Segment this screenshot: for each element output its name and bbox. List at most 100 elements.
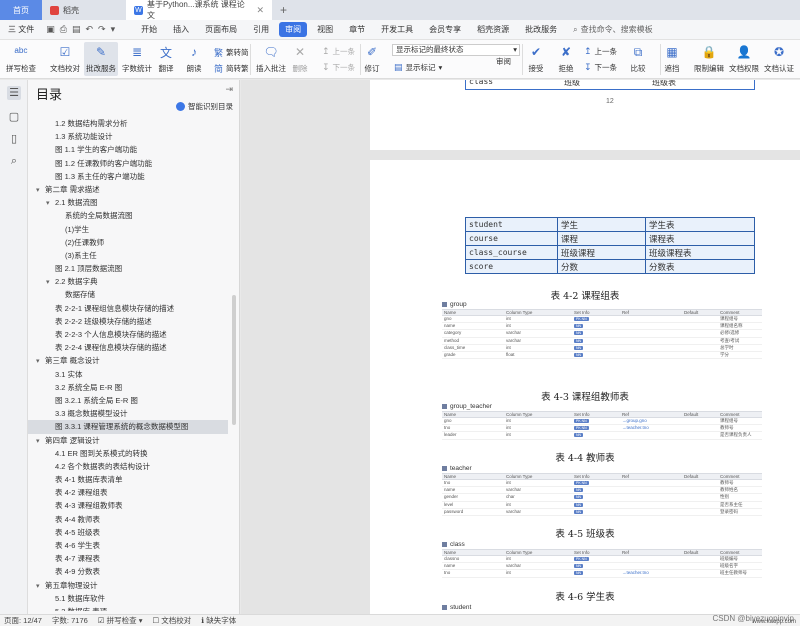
- toc-item[interactable]: 表 4-2 课程组表: [28, 486, 228, 499]
- tab-document[interactable]: W 基于Python...课系统 课程论文 ✕: [126, 0, 272, 20]
- toc-scrollbar[interactable]: [232, 295, 236, 425]
- accept-button[interactable]: ✔ 接受: [528, 44, 544, 74]
- menu-item[interactable]: 会员专享: [423, 22, 467, 37]
- menu-item[interactable]: 章节: [343, 22, 371, 37]
- customize-icon[interactable]: ▾: [111, 24, 116, 35]
- close-panel-icon[interactable]: ⇥: [225, 84, 233, 95]
- toc-item[interactable]: 表 4-6 学生表: [28, 539, 228, 552]
- toc-item[interactable]: 5.2 数据库 表项: [28, 605, 228, 611]
- menu-item[interactable]: 开发工具: [375, 22, 419, 37]
- toc-item[interactable]: 表 2-2-2 班级模块存储的描述: [28, 315, 228, 328]
- next-comment-button[interactable]: ↧ 下一条: [322, 62, 355, 73]
- doc-proof-status[interactable]: ☐ 文档校对: [152, 615, 191, 626]
- menu-item[interactable]: 稻壳资源: [471, 22, 515, 37]
- file-menu[interactable]: 三 文件: [0, 24, 42, 35]
- toc-item[interactable]: 1.2 数据结构需求分析: [28, 117, 228, 130]
- toc-item[interactable]: ▾ 2.2 数据字典: [28, 275, 228, 288]
- toc-item[interactable]: (1)学生: [28, 223, 228, 236]
- toc-item[interactable]: 表 4-9 分数表: [28, 565, 228, 578]
- chevron-icon[interactable]: ▾: [36, 355, 45, 368]
- spell-check-button[interactable]: ᵃᵇᶜ 拼写检查: [6, 44, 36, 74]
- toc-item[interactable]: ▾ 第五章物理设计: [28, 579, 228, 592]
- menu-item[interactable]: 开始: [135, 22, 163, 37]
- smart-toc-button[interactable]: 智能识别目录: [176, 101, 233, 112]
- toc-item[interactable]: 图 2.1 顶层数据流图: [28, 262, 228, 275]
- save-icon[interactable]: ▣: [46, 24, 55, 35]
- translate-button[interactable]: 文翻译: [158, 44, 174, 74]
- toc-item[interactable]: 表 4-3 课程组教师表: [28, 499, 228, 512]
- toc-icon[interactable]: ☰: [7, 86, 21, 100]
- chevron-icon[interactable]: ▾: [46, 276, 55, 289]
- compare-button[interactable]: ⧉ 比较: [630, 44, 646, 74]
- toc-item[interactable]: ▾ 第二章 需求描述: [28, 183, 228, 196]
- menu-item[interactable]: 页面布局: [199, 22, 243, 37]
- doc-permission-button[interactable]: 👤 文档权限: [729, 44, 759, 74]
- redo-icon[interactable]: ↷: [98, 24, 106, 35]
- new-tab-button[interactable]: +: [272, 0, 295, 20]
- toc-item[interactable]: 图 1.3 系主任的客户端功能: [28, 170, 228, 183]
- toc-item[interactable]: 5.1 数据库软件: [28, 592, 228, 605]
- track-changes-button[interactable]: ✐ 修订: [364, 44, 380, 74]
- toc-item[interactable]: 表 4-5 班级表: [28, 526, 228, 539]
- toc-item[interactable]: 3.3 概念数据模型设计: [28, 407, 228, 420]
- toc-item[interactable]: (2)任课教师: [28, 236, 228, 249]
- toc-item[interactable]: (3)系主任: [28, 249, 228, 262]
- delete-comment-button[interactable]: ✕ 删除: [292, 44, 308, 74]
- word-count-indicator[interactable]: 字数: 7176: [52, 615, 88, 626]
- toc-item[interactable]: 表 2-2-3 个人信息模块存储的描述: [28, 328, 228, 341]
- tab-shell[interactable]: 稻壳: [42, 0, 126, 20]
- toc-item[interactable]: 图 3.3.1 课程管理系统的概念数据模型图: [28, 420, 228, 434]
- chevron-icon[interactable]: ▾: [36, 184, 45, 197]
- bookmark-icon[interactable]: ▯: [7, 132, 21, 146]
- toc-item[interactable]: 表 4-7 课程表: [28, 552, 228, 565]
- doc-cert-button[interactable]: ✪ 文档认证: [764, 44, 794, 74]
- toc-item[interactable]: 3.1 实体: [28, 368, 228, 381]
- toc-item[interactable]: 1.3 系统功能设计: [28, 130, 228, 143]
- toc-item[interactable]: 表 2-2-1 课程组信息模块存储的描述: [28, 302, 228, 315]
- menu-item[interactable]: 引用: [247, 22, 275, 37]
- toc-item[interactable]: 数据存储: [28, 288, 228, 301]
- restrict-edit-button[interactable]: 🔒 限制编辑: [694, 44, 724, 74]
- toc-item[interactable]: ▾ 第三章 概念设计: [28, 354, 228, 367]
- print-icon[interactable]: ⎙: [60, 24, 67, 35]
- prev-comment-button[interactable]: ↥ 上一条: [322, 46, 355, 57]
- close-tab-icon[interactable]: ✕: [256, 5, 264, 16]
- trad-to-simp-button[interactable]: 繁繁转简: [214, 46, 249, 59]
- mask-button[interactable]: ▦ 遮挡: [664, 44, 680, 74]
- document-canvas[interactable]: class 班级 班级表 12 student 学生 学生表 course 课程 课程表 c…: [241, 80, 800, 614]
- menu-item[interactable]: 审阅: [279, 22, 308, 37]
- toc-item[interactable]: ▾ 2.1 数据流图: [28, 196, 228, 209]
- review-service-button[interactable]: ✎ 批改服务: [84, 42, 118, 76]
- reject-button[interactable]: ✘ 拒绝: [558, 44, 574, 74]
- search-icon[interactable]: ⌕: [7, 154, 21, 168]
- simp-to-trad-button[interactable]: 简简转繁: [214, 62, 249, 75]
- menu-item[interactable]: 批改服务: [519, 22, 563, 37]
- toc-item[interactable]: 4.1 ER 图到关系模式的转换: [28, 447, 228, 460]
- insert-comment-button[interactable]: 🗨 插入批注: [256, 44, 286, 74]
- page-indicator[interactable]: 页面: 12/47: [4, 615, 42, 626]
- chevron-icon[interactable]: ▾: [36, 580, 45, 593]
- toc-item[interactable]: 图 1.1 学生的客户端功能: [28, 143, 228, 156]
- toc-item[interactable]: 系统的全局数据流图: [28, 209, 228, 222]
- toc-item[interactable]: ▾ 第四章 逻辑设计: [28, 434, 228, 447]
- word-count-button[interactable]: ≣ 字数统计: [122, 44, 152, 74]
- prev-change-button[interactable]: ↥ 上一条: [584, 46, 617, 57]
- print-preview-icon[interactable]: ▤: [72, 24, 81, 35]
- missing-font-status[interactable]: ℹ 缺失字体: [201, 615, 236, 626]
- toc-item[interactable]: 图 1.2 任课教师的客户端功能: [28, 157, 228, 170]
- spell-check-status[interactable]: ☑ 拼写检查 ▾: [98, 615, 143, 626]
- show-markup-button[interactable]: ▤ 显示标记 ▾: [394, 62, 442, 73]
- next-change-button[interactable]: ↧ 下一条: [584, 62, 617, 73]
- toc-item[interactable]: 表 4-4 教师表: [28, 513, 228, 526]
- toc-item[interactable]: 表 4-1 数据库表清单: [28, 473, 228, 486]
- review-pane-button[interactable]: 审阅: [496, 56, 511, 67]
- menu-item[interactable]: 插入: [167, 22, 195, 37]
- command-search[interactable]: ⌕ 查找命令、搜索模板: [573, 24, 652, 35]
- pages-icon[interactable]: ▢: [7, 110, 21, 124]
- toc-item[interactable]: 4.2 各个数据表的表结构设计: [28, 460, 228, 473]
- chevron-icon[interactable]: ▾: [46, 197, 55, 210]
- menu-item[interactable]: 视图: [311, 22, 339, 37]
- doc-proof-button[interactable]: ☑ 文档校对: [50, 44, 80, 74]
- toc-item[interactable]: 图 3.2.1 系统全局 E-R 图: [28, 394, 228, 407]
- tab-home[interactable]: 首页: [0, 0, 42, 20]
